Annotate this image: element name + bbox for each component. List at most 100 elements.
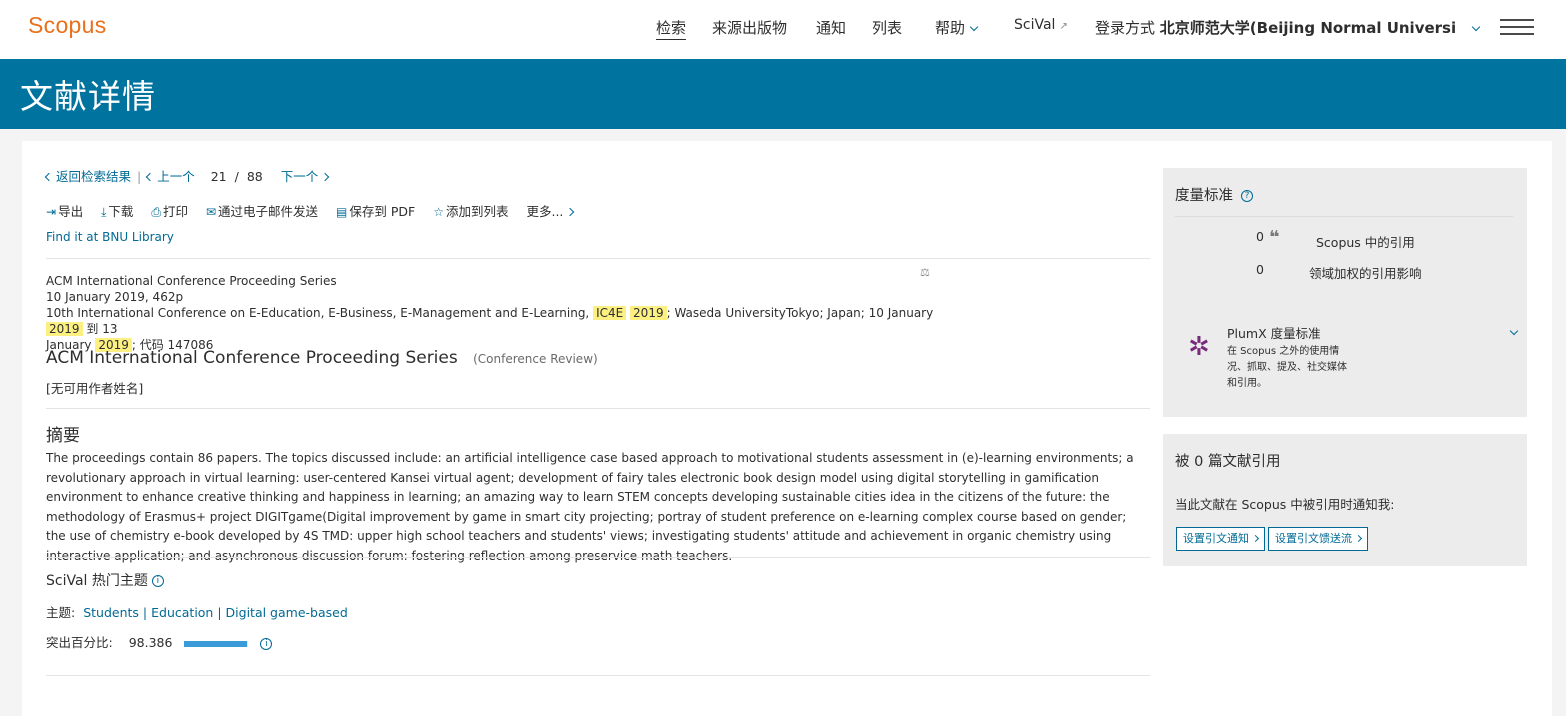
metrics-heading-label: 度量标准 — [1175, 188, 1233, 204]
topic-link-digital-game-based[interactable]: Digital game-based — [226, 605, 348, 620]
cited-by-notify-text: 当此文献在 Scopus 中被引用时通知我: — [1175, 497, 1395, 512]
download-label: 下载 — [108, 204, 134, 219]
nav-help-label: 帮助 — [935, 19, 966, 37]
author-list: [无可用作者姓名] — [46, 381, 144, 396]
prominence-value: 98.386 — [128, 635, 173, 650]
abstract-heading: 摘要 — [46, 426, 80, 446]
nav-login[interactable]: 登录方式 北京师范大学(Beijing Normal Universi — [1095, 17, 1481, 38]
conference-date-range: 到 13 — [86, 322, 118, 336]
export-button[interactable]: ⇥ 导出 — [46, 201, 83, 220]
scival-topic-row: 主题: Students | Education | Digital game-… — [46, 602, 348, 621]
total-results: 88 — [246, 169, 263, 184]
email-button[interactable]: ✉ 通过电子邮件发送 — [206, 201, 318, 220]
print-label: 打印 — [162, 204, 188, 219]
plumx-icon: ✲ — [1188, 332, 1210, 362]
scopus-logo[interactable]: Scopus — [28, 12, 107, 39]
prominence-bar — [184, 640, 249, 647]
divider — [1175, 216, 1513, 217]
pdf-icon: ▤ — [336, 205, 348, 219]
pager-slash: / — [234, 169, 239, 184]
prominence-row: 突出百分比: 98.386 i — [46, 632, 273, 651]
plumx-description: 在 Scopus 之外的使用情况、抓取、提及、社交媒体和引用。 — [1227, 346, 1347, 389]
download-icon: ⤓ — [101, 205, 107, 219]
chevron-down-icon — [969, 22, 979, 32]
conference-name: 10th International Conference on E-Educa… — [46, 306, 590, 320]
find-it-library-link[interactable]: Find it at BNU Library — [46, 230, 174, 244]
chevron-right-icon — [566, 207, 575, 217]
divider — [46, 557, 1150, 558]
menu-icon[interactable] — [1500, 19, 1534, 37]
source-series: ACM International Conference Proceeding … — [46, 274, 337, 288]
prominence-bar-fill — [184, 640, 248, 647]
scival-heading-label: SciVal 热门主题 — [46, 573, 148, 589]
current-index: 21 — [210, 169, 227, 184]
chevron-left-icon — [145, 172, 155, 182]
external-link-icon: ↗ — [1059, 21, 1068, 32]
export-label: 导出 — [58, 204, 84, 219]
previous-link[interactable]: 上一个 — [145, 169, 195, 184]
highlight-term: IC4E — [593, 306, 627, 320]
fwci-label: 领域加权的引用影响 — [1309, 266, 1422, 281]
topic-label: 主题: — [46, 605, 76, 620]
divider — [46, 408, 1150, 409]
next-label: 下一个 — [280, 169, 319, 184]
cited-by-heading: 被 0 篇文献引用 — [1175, 454, 1281, 470]
top-navigation-bar: Scopus 检索 来源出版物 通知 列表 帮助 SciVal ↗ 登录方式 北京… — [0, 0, 1566, 59]
citation-label: Scopus 中的引用 — [1316, 235, 1415, 250]
topic-link-students[interactable]: Students — [83, 605, 139, 620]
conference-location: ; Waseda UniversityTokyo; Japan; 10 Janu… — [666, 306, 934, 320]
email-label: 通过电子邮件发送 — [218, 204, 319, 219]
result-pager: 返回检索结果 | 上一个 21 / 88 下一个 — [44, 166, 330, 185]
conference-info: 10th International Conference on E-Educa… — [46, 305, 946, 337]
nav-scival[interactable]: SciVal ↗ — [1014, 17, 1068, 33]
login-organization: 北京师范大学(Beijing Normal Universi — [1159, 19, 1457, 37]
nav-scival-label: SciVal — [1014, 17, 1056, 33]
set-citation-feed-button[interactable]: 设置引文馈送流 — [1268, 527, 1368, 551]
next-link[interactable]: 下一个 — [280, 169, 330, 184]
document-type: (Conference Review) — [473, 352, 598, 366]
info-icon[interactable]: i — [260, 637, 273, 650]
nav-alerts[interactable]: 通知 — [816, 17, 846, 38]
export-icon: ⇥ — [46, 205, 57, 219]
citation-alert-label: 设置引文通知 — [1183, 532, 1249, 545]
scival-heading: SciVal 热门主题 i — [46, 570, 164, 590]
nav-help[interactable]: 帮助 — [935, 17, 979, 38]
chevron-down-icon[interactable] — [1509, 326, 1519, 336]
nav-search[interactable]: 检索 — [656, 17, 687, 40]
previous-label: 上一个 — [157, 169, 195, 184]
divider: | — [137, 169, 142, 184]
chevron-right-icon — [1251, 534, 1260, 543]
document-title-row: ACM International Conference Proceeding … — [46, 348, 598, 368]
download-button[interactable]: ⤓ 下载 — [101, 201, 133, 220]
star-icon: ☆ — [433, 205, 444, 219]
email-icon: ✉ — [205, 205, 217, 219]
topic-link-education[interactable]: Education — [151, 605, 213, 620]
topic-separator: | — [142, 605, 148, 620]
document-toolbar: ⇥ 导出 ⤓ 下载 ⎙ 打印 ✉ 通过电子邮件发送 ▤ 保存到 PDF ☆ 添加到列表 更多… — [46, 201, 587, 220]
set-citation-alert-button[interactable]: 设置引文通知 — [1176, 527, 1265, 551]
highlight-term: 2019 — [630, 306, 667, 320]
citation-count: 0 — [1256, 229, 1264, 244]
print-icon: ⎙ — [151, 205, 161, 219]
quote-icon: ❝ — [1269, 227, 1280, 248]
info-icon[interactable]: ? — [1241, 190, 1253, 202]
plumx-heading[interactable]: PlumX 度量标准 — [1227, 323, 1321, 342]
info-icon[interactable]: i — [151, 575, 164, 587]
chevron-right-icon — [320, 172, 330, 182]
nav-lists[interactable]: 列表 — [872, 17, 902, 38]
back-label: 返回检索结果 — [56, 169, 132, 184]
document-title: ACM International Conference Proceeding … — [46, 348, 458, 368]
add-to-list-button[interactable]: ☆ 添加到列表 — [433, 201, 508, 220]
back-to-results-link[interactable]: 返回检索结果 — [44, 169, 132, 184]
print-button[interactable]: ⎙ 打印 — [151, 201, 188, 220]
save-pdf-button[interactable]: ▤ 保存到 PDF — [336, 201, 415, 220]
more-label: 更多... — [526, 204, 564, 219]
prominence-label: 突出百分比: — [46, 635, 113, 650]
chevron-left-icon — [44, 172, 54, 182]
save-pdf-label: 保存到 PDF — [349, 204, 416, 219]
chevron-right-icon — [1354, 534, 1363, 543]
chevron-down-icon — [1471, 22, 1481, 32]
source-date-pages: 10 January 2019, 462p — [46, 290, 184, 304]
nav-sources[interactable]: 来源出版物 — [712, 17, 787, 38]
more-button[interactable]: 更多... — [526, 201, 575, 220]
